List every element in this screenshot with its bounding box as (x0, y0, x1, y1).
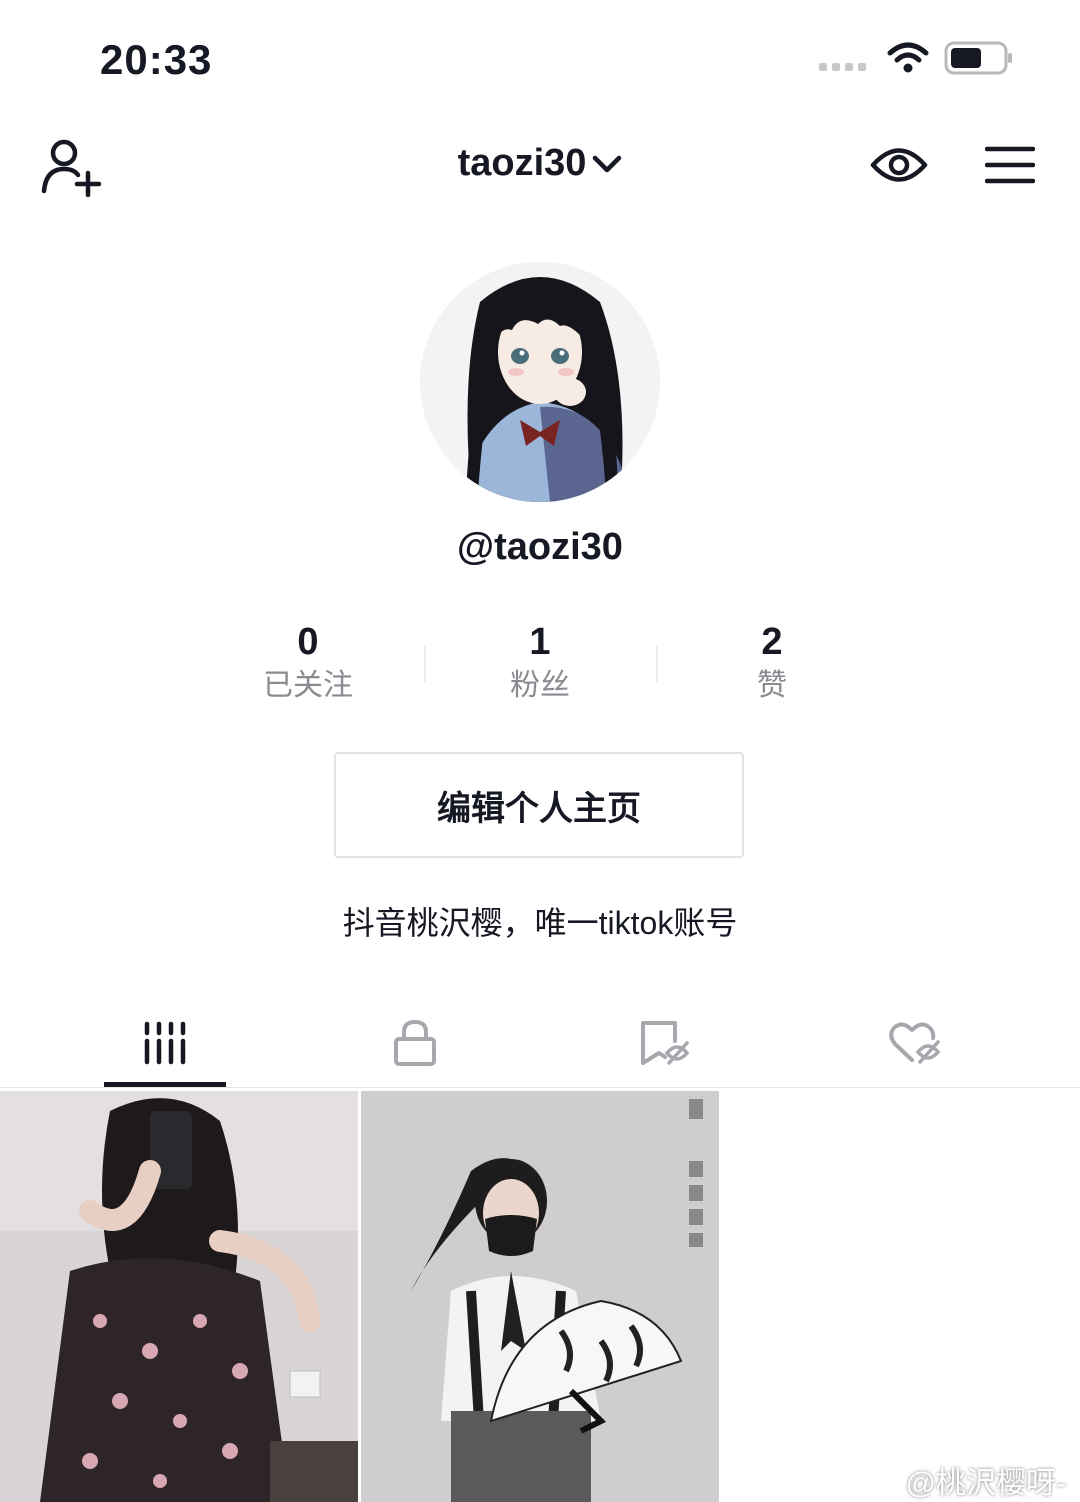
tab-private[interactable] (290, 1000, 540, 1086)
followers-count: 1 (529, 621, 551, 663)
weibo-logo-icon (860, 1466, 898, 1495)
followers-label: 粉丝 (510, 669, 570, 702)
avatar[interactable] (420, 262, 660, 502)
watermark-text: @桃沢樱呀- (905, 1467, 1066, 1500)
video-thumbnail[interactable] (0, 1091, 358, 1502)
header-username: taozi30 (457, 142, 587, 184)
eye-icon (870, 148, 928, 182)
status-time: 20:33 (100, 36, 213, 83)
profile-views-button[interactable] (868, 136, 930, 194)
videos-grid-icon (144, 1021, 186, 1065)
hamburger-menu-icon (985, 146, 1035, 184)
likes-count: 2 (761, 621, 783, 663)
stat-divider (424, 645, 426, 683)
watermark: @桃沢樱呀- (860, 1458, 1066, 1502)
bookmark-hidden-icon (641, 1021, 690, 1065)
video-thumbnail-image (361, 1091, 719, 1502)
tab-videos[interactable] (40, 1000, 290, 1086)
wifi-icon (887, 42, 929, 73)
anime-girl-avatar-image (420, 262, 660, 502)
following-label: 已关注 (263, 669, 353, 702)
video-thumbnail-image (0, 1091, 358, 1502)
following-stat[interactable]: 0 已关注 (198, 620, 418, 704)
chevron-down-icon (593, 155, 622, 172)
video-thumbnail[interactable] (361, 1091, 719, 1502)
lock-icon (394, 1019, 436, 1066)
profile-bio: 抖音桃沢樱，唯一tiktok账号 (342, 905, 738, 941)
tab-liked[interactable] (790, 1000, 1040, 1086)
profile-page: 20:33 taozi30 @taozi30 0 已关注 1 粉丝 2 赞 编辑… (0, 0, 1080, 1502)
liked-hidden-icon (889, 1022, 941, 1064)
stat-divider (656, 645, 658, 683)
tab-favorites[interactable] (540, 1000, 790, 1086)
profile-handle: @taozi30 (457, 526, 623, 568)
status-icons (819, 40, 1014, 76)
cellular-signal-icon (819, 63, 866, 71)
likes-label: 赞 (757, 669, 787, 702)
likes-stat[interactable]: 2 赞 (662, 620, 882, 704)
following-count: 0 (297, 621, 319, 663)
followers-stat[interactable]: 1 粉丝 (430, 620, 650, 704)
menu-button[interactable] (982, 140, 1038, 190)
battery-icon (944, 41, 1012, 75)
tabs-divider (0, 1087, 1080, 1088)
edit-profile-button[interactable]: 编辑个人主页 (334, 752, 744, 858)
